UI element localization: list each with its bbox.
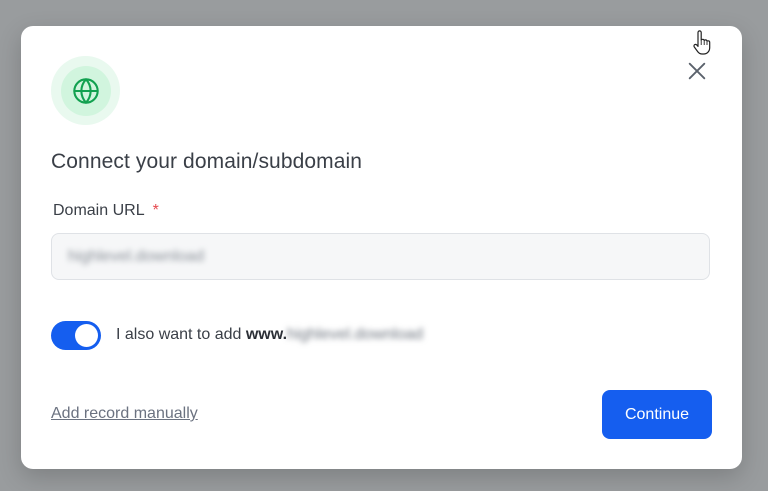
add-www-label-domain: highlevel.download	[287, 326, 424, 343]
domain-url-value: highlevel.download	[68, 247, 205, 265]
dialog-title: Connect your domain/subdomain	[51, 150, 363, 173]
add-www-toggle[interactable]	[51, 321, 101, 350]
toggle-knob	[75, 324, 98, 347]
domain-url-label: Domain URL *	[53, 202, 159, 220]
domain-url-input[interactable]: highlevel.download	[51, 233, 710, 280]
connect-domain-dialog: Connect your domain/subdomain Domain URL…	[21, 26, 742, 469]
globe-icon-badge	[51, 56, 120, 125]
add-record-manually-link[interactable]: Add record manually	[51, 405, 198, 423]
add-www-label: I also want to add www.highlevel.downloa…	[116, 326, 423, 344]
continue-button[interactable]: Continue	[602, 390, 712, 439]
close-icon	[688, 62, 706, 80]
close-button[interactable]	[685, 59, 709, 83]
hand-pointer-icon	[693, 30, 711, 55]
add-www-label-www: www.	[245, 326, 288, 343]
required-asterisk: *	[152, 202, 159, 219]
globe-icon	[72, 77, 99, 104]
add-www-label-prefix: I also want to add	[116, 326, 246, 343]
domain-url-label-text: Domain URL	[53, 202, 145, 219]
